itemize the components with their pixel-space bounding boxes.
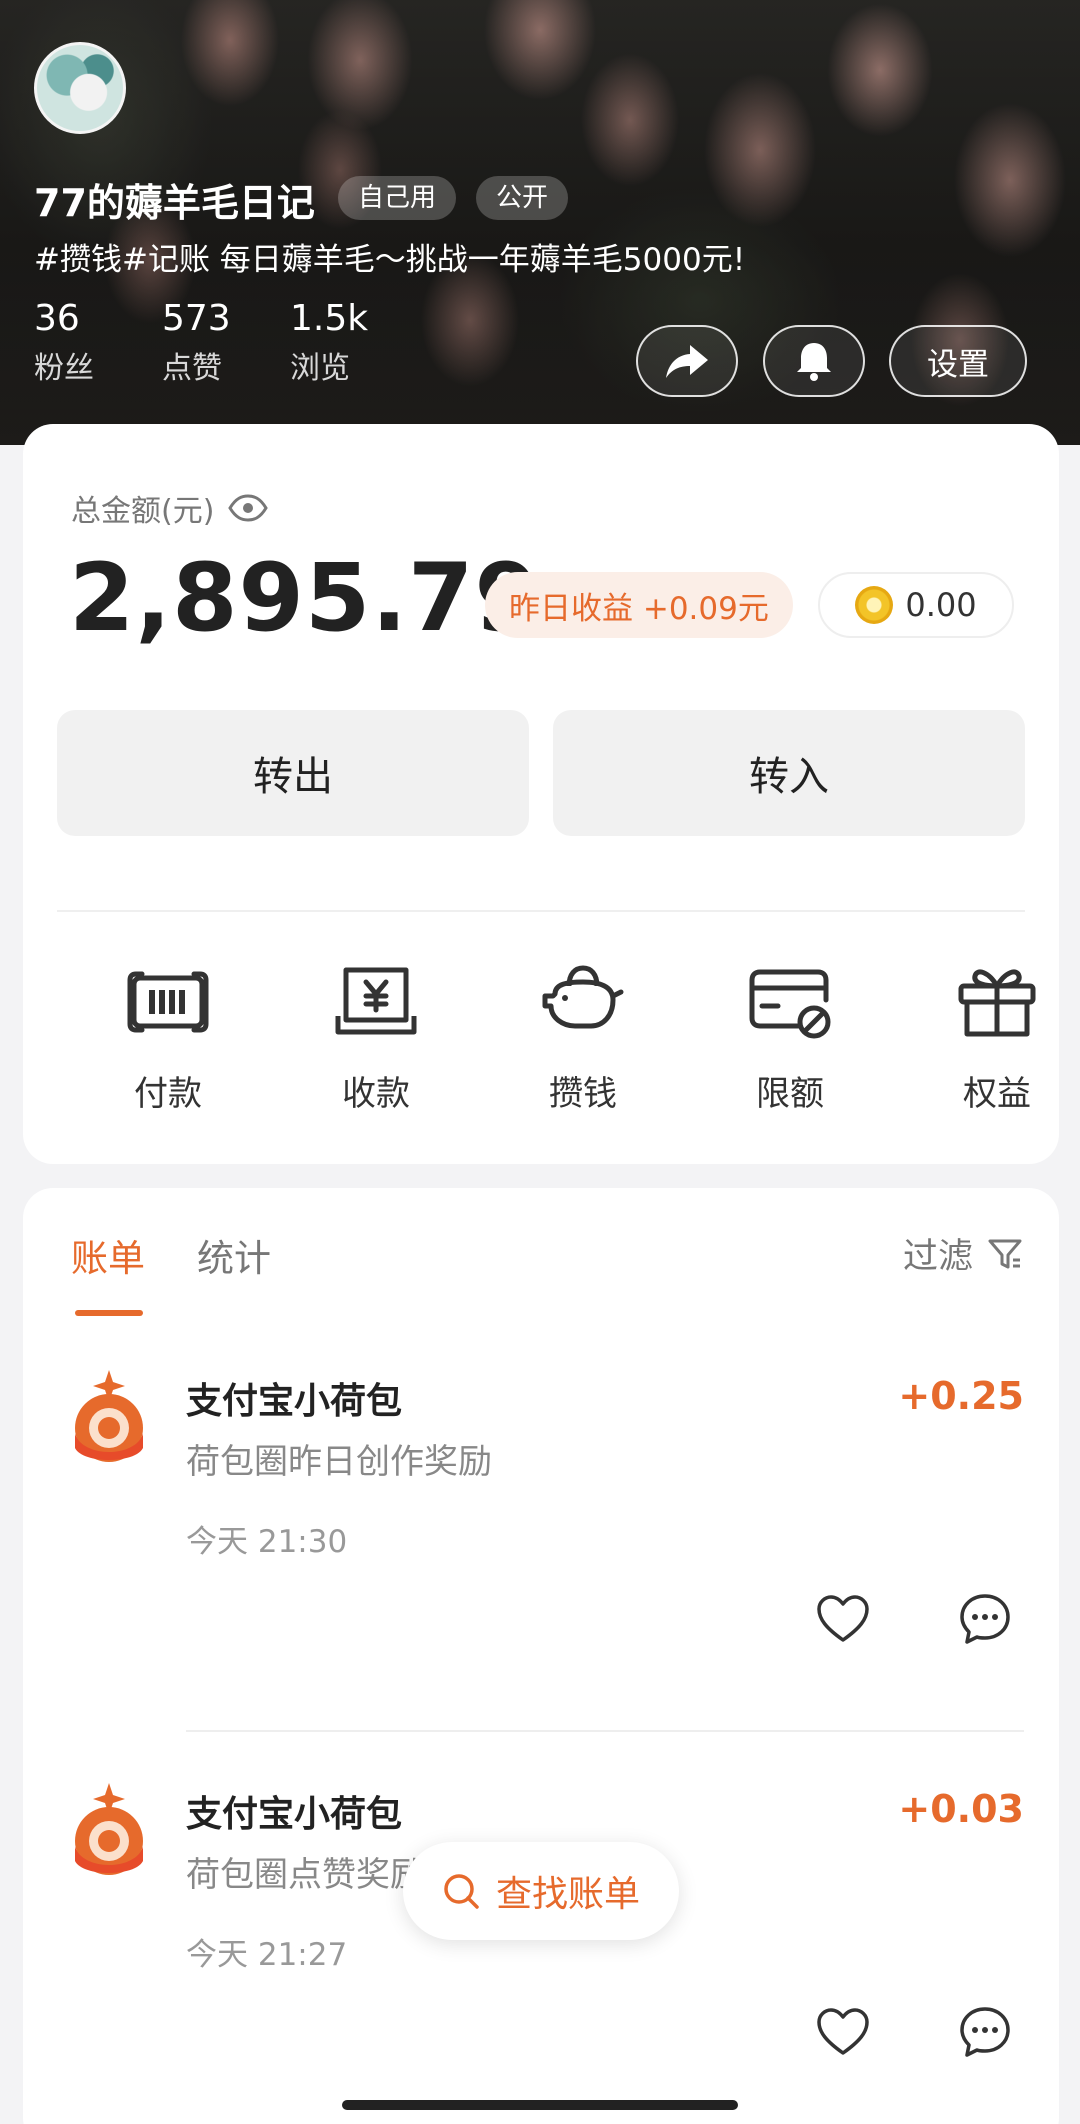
search-bills-label: 查找账单 xyxy=(495,1874,640,1915)
share-arrow-icon xyxy=(666,345,708,378)
tab-statistics[interactable]: 统计 xyxy=(197,1228,271,1282)
quick-action-label: 付款 xyxy=(134,1074,202,1114)
wallet-logo-icon xyxy=(75,1783,143,1875)
total-amount: 2,895.79 xyxy=(69,544,541,653)
profile-name: 77的薅羊毛日记 xyxy=(34,181,315,225)
filter-button[interactable]: 过滤 xyxy=(903,1228,1023,1279)
filter-label: 过滤 xyxy=(902,1237,973,1277)
bill-item[interactable]: 支付宝小荷包 荷包圈昨日创作奖励 今天 21:30 +0.25 xyxy=(23,1328,1059,1738)
filter-icon xyxy=(988,1239,1022,1268)
quick-action-label: 限额 xyxy=(756,1074,824,1114)
divider xyxy=(186,1730,1024,1732)
bill-time: 今天 21:27 xyxy=(186,1937,348,1973)
stat-value: 36 xyxy=(34,298,80,339)
quick-action-label: 攒钱 xyxy=(549,1074,617,1114)
quick-action-save[interactable]: 攒钱 xyxy=(513,960,653,1115)
share-button[interactable] xyxy=(636,325,738,397)
coin-icon xyxy=(855,586,894,624)
divider xyxy=(57,910,1025,912)
avatar[interactable] xyxy=(34,42,126,134)
bill-time: 今天 21:30 xyxy=(186,1524,348,1560)
stat-label: 粉丝 xyxy=(34,351,94,386)
bill-amount: +0.03 xyxy=(898,1787,1024,1831)
bill-amount: +0.25 xyxy=(898,1374,1024,1418)
quick-action-benefits[interactable]: 权益 xyxy=(927,960,1067,1115)
home-indicator[interactable] xyxy=(342,2100,738,2110)
bill-description: 荷包圈点赞奖励 xyxy=(186,1855,424,1895)
receive-icon xyxy=(335,967,417,1035)
tag-public[interactable]: 公开 xyxy=(476,176,569,220)
stat-value: 573 xyxy=(162,298,231,339)
comment-icon[interactable] xyxy=(958,1592,1012,1646)
bell-icon xyxy=(797,343,831,381)
bill-title: 支付宝小荷包 xyxy=(186,1381,403,1422)
stat-likes[interactable]: 573 点赞 xyxy=(162,298,231,387)
yesterday-earnings-badge[interactable]: 昨日收益 +0.09元 xyxy=(485,572,793,638)
search-icon xyxy=(444,1874,479,1909)
quick-action-label: 收款 xyxy=(342,1074,410,1114)
coin-value: 0.00 xyxy=(905,586,977,624)
settings-button[interactable]: 设置 xyxy=(889,325,1027,397)
stat-fans[interactable]: 36 粉丝 xyxy=(34,298,94,387)
stat-views[interactable]: 1.5k 浏览 xyxy=(290,298,368,387)
quick-action-label: 权益 xyxy=(963,1074,1031,1114)
card-limit-icon xyxy=(749,969,831,1039)
transfer-out-button[interactable]: 转出 xyxy=(57,710,529,836)
stat-label: 浏览 xyxy=(290,351,350,386)
quick-action-receive[interactable]: 收款 xyxy=(306,960,446,1115)
quick-action-pay[interactable]: 付款 xyxy=(98,960,238,1115)
transfer-in-button[interactable]: 转入 xyxy=(553,710,1025,836)
tag-self-use[interactable]: 自己用 xyxy=(338,176,457,220)
profile-header: 77的薅羊毛日记 自己用 公开 #攒钱#记账 每日薅羊毛～挑战一年薅羊毛5000… xyxy=(0,0,1080,445)
active-tab-indicator xyxy=(75,1310,143,1316)
quick-action-limit[interactable]: 限额 xyxy=(720,960,860,1115)
stat-value: 1.5k xyxy=(290,298,369,339)
bills-card: 账单 统计 过滤 支付宝小荷包 荷包圈昨日创作奖励 今天 21:30 +0.25 xyxy=(23,1188,1059,2124)
search-bills-button[interactable]: 查找账单 xyxy=(403,1842,679,1940)
stat-label: 点赞 xyxy=(162,351,222,386)
balance-card: 总金额(元) 2,895.79 昨日收益 +0.09元 0.00 转出 转入 付… xyxy=(23,424,1059,1164)
eye-icon[interactable] xyxy=(228,494,269,522)
heart-icon[interactable] xyxy=(816,1594,870,1644)
payment-icon xyxy=(127,971,209,1033)
total-amount-label: 总金额(元) xyxy=(71,494,215,529)
piggy-bank-icon xyxy=(542,965,624,1029)
comment-icon[interactable] xyxy=(958,2005,1012,2059)
bill-title: 支付宝小荷包 xyxy=(186,1794,403,1835)
profile-description: #攒钱#记账 每日薅羊毛～挑战一年薅羊毛5000元! xyxy=(34,242,746,278)
wallet-logo-icon xyxy=(75,1370,143,1462)
total-amount-label-row: 总金额(元) xyxy=(71,486,269,530)
gift-icon xyxy=(958,969,1036,1037)
tab-bills[interactable]: 账单 xyxy=(71,1228,145,1282)
bill-description: 荷包圈昨日创作奖励 xyxy=(186,1442,492,1482)
heart-icon[interactable] xyxy=(816,2007,870,2057)
coin-balance[interactable]: 0.00 xyxy=(818,572,1014,638)
notification-button[interactable] xyxy=(763,325,865,397)
